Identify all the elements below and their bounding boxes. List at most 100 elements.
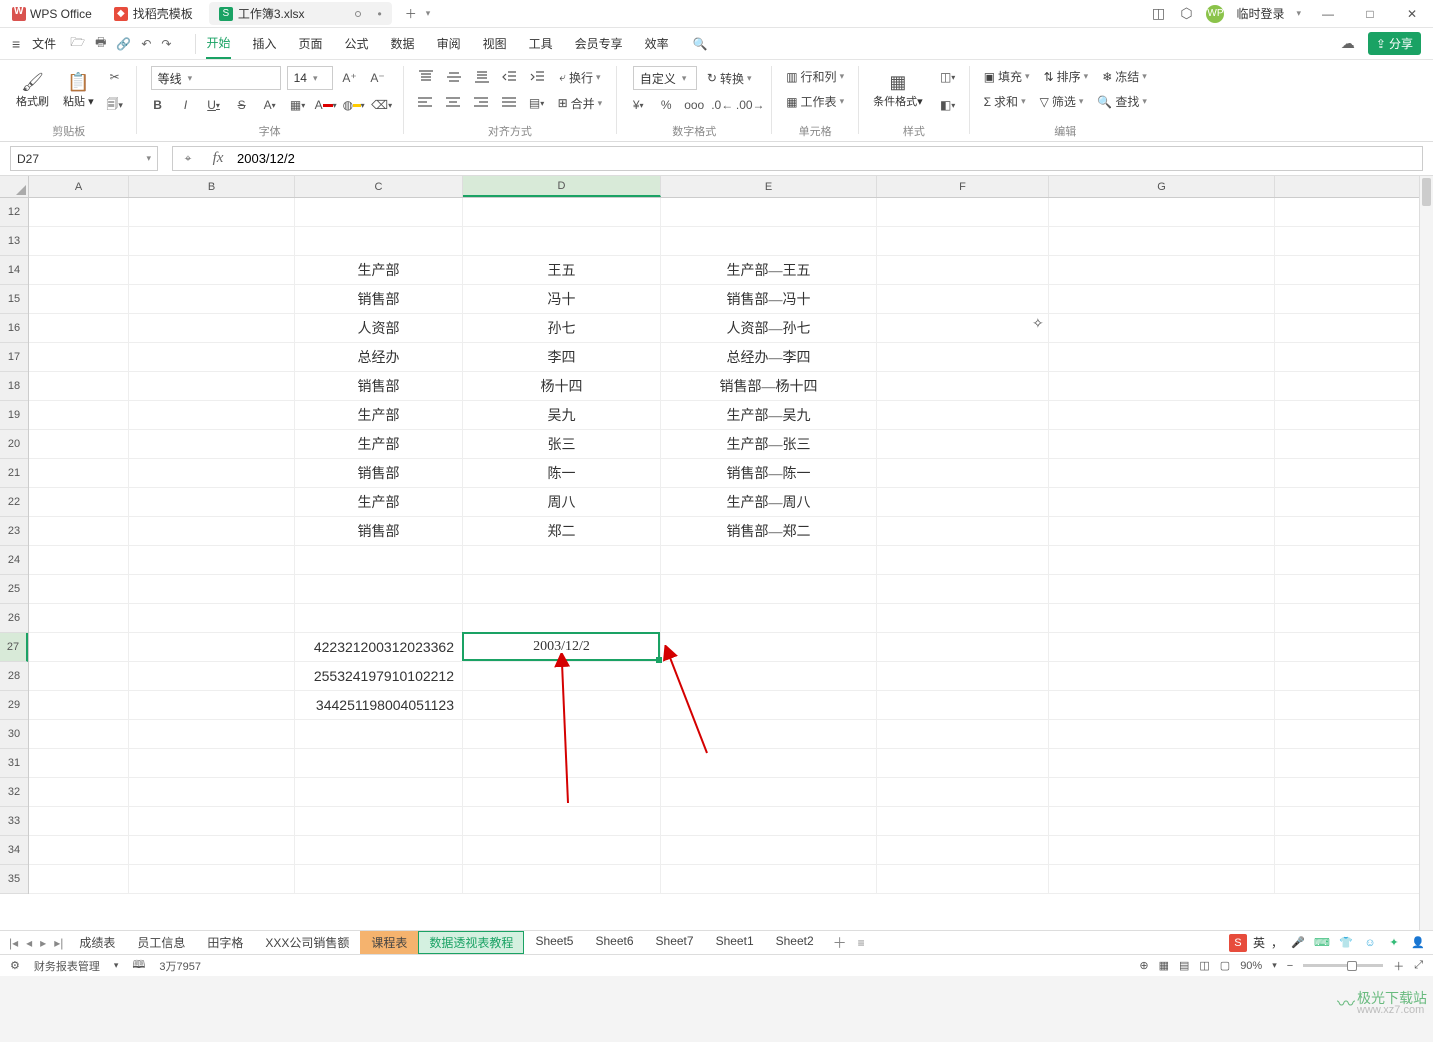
sort-button[interactable]: ⇅ 排序▾	[1040, 66, 1093, 87]
increase-font-icon[interactable]: A⁺	[339, 67, 361, 89]
row-header-31[interactable]: 31	[0, 749, 28, 778]
cell-F30[interactable]	[877, 720, 1049, 748]
cell-B30[interactable]	[129, 720, 295, 748]
ime-face-icon[interactable]: ☺	[1361, 934, 1379, 952]
cell-A26[interactable]	[29, 604, 129, 632]
login-label[interactable]: 临时登录	[1236, 5, 1284, 22]
cell-E15[interactable]: 销售部—冯十	[661, 285, 877, 313]
cell-D32[interactable]	[463, 778, 661, 806]
fill-color-button[interactable]: ◍▾	[343, 94, 365, 116]
cell-C25[interactable]	[295, 575, 463, 603]
cell-A34[interactable]	[29, 836, 129, 864]
font-color-button[interactable]: A▾	[315, 94, 337, 116]
file-menu[interactable]: 文件	[26, 35, 62, 52]
cell-F18[interactable]	[877, 372, 1049, 400]
cell-E14[interactable]: 生产部—王五	[661, 256, 877, 284]
cell-A27[interactable]	[29, 633, 129, 661]
cell-F19[interactable]	[877, 401, 1049, 429]
cell-D18[interactable]: 杨十四	[463, 372, 661, 400]
cell-A30[interactable]	[29, 720, 129, 748]
cell-G29[interactable]	[1049, 691, 1275, 719]
align-center-icon[interactable]	[442, 92, 464, 114]
cell-C15[interactable]: 销售部	[295, 285, 463, 313]
cell-E25[interactable]	[661, 575, 877, 603]
cell-C31[interactable]	[295, 749, 463, 777]
cell-C22[interactable]: 生产部	[295, 488, 463, 516]
cell-G15[interactable]	[1049, 285, 1275, 313]
tab-menu-icon[interactable]: •	[378, 7, 382, 21]
row-header-27[interactable]: 27	[0, 633, 28, 662]
cell-C16[interactable]: 人资部	[295, 314, 463, 342]
share-button[interactable]: ⇪分享	[1368, 32, 1421, 55]
decrease-font-icon[interactable]: A⁻	[367, 67, 389, 89]
format-painter-button[interactable]: 🖌格式刷	[12, 71, 53, 111]
view-normal-icon[interactable]: ▦	[1159, 959, 1169, 972]
align-right-icon[interactable]	[470, 92, 492, 114]
row-headers[interactable]: 1213141516171819202122232425262728293031…	[0, 198, 29, 894]
cell-A17[interactable]	[29, 343, 129, 371]
cell-G23[interactable]	[1049, 517, 1275, 545]
cell-E21[interactable]: 销售部—陈一	[661, 459, 877, 487]
align-top-icon[interactable]	[415, 66, 437, 88]
formula-input[interactable]	[233, 151, 1422, 166]
cell-C24[interactable]	[295, 546, 463, 574]
cell-D21[interactable]: 陈一	[463, 459, 661, 487]
cell-B12[interactable]	[129, 198, 295, 226]
cell-F17[interactable]	[877, 343, 1049, 371]
row-header-25[interactable]: 25	[0, 575, 28, 604]
cell-C32[interactable]	[295, 778, 463, 806]
cell-F13[interactable]	[877, 227, 1049, 255]
cell-C33[interactable]	[295, 807, 463, 835]
cell-G25[interactable]	[1049, 575, 1275, 603]
sheet-tab[interactable]: Sheet1	[705, 931, 765, 954]
cell-F31[interactable]	[877, 749, 1049, 777]
cell-F25[interactable]	[877, 575, 1049, 603]
row-header-15[interactable]: 15	[0, 285, 28, 314]
row-header-33[interactable]: 33	[0, 807, 28, 836]
cell-A15[interactable]	[29, 285, 129, 313]
row-header-35[interactable]: 35	[0, 865, 28, 894]
sheet-tab[interactable]: 数据透视表教程	[418, 931, 524, 954]
orientation-icon[interactable]: ▤▾	[526, 92, 548, 114]
row-header-26[interactable]: 26	[0, 604, 28, 633]
bold-button[interactable]: B	[147, 94, 169, 116]
cell-F33[interactable]	[877, 807, 1049, 835]
copy-icon[interactable]: 🗐▾	[104, 94, 126, 116]
fill-button[interactable]: ▣ 填充▾	[980, 66, 1034, 87]
row-header-14[interactable]: 14	[0, 256, 28, 285]
convert-button[interactable]: ↻ 转换▾	[703, 68, 756, 89]
tab-view[interactable]: 视图	[483, 29, 507, 58]
cond-format-button[interactable]: ▦条件格式▾	[869, 71, 927, 111]
cell-D14[interactable]: 王五	[463, 256, 661, 284]
cell-F35[interactable]	[877, 865, 1049, 893]
cell-D17[interactable]: 李四	[463, 343, 661, 371]
cell-D33[interactable]	[463, 807, 661, 835]
cell-B20[interactable]	[129, 430, 295, 458]
minimize-button[interactable]: —	[1313, 0, 1343, 28]
new-tab-button[interactable]: ＋	[400, 3, 422, 25]
user-avatar[interactable]: WP	[1206, 5, 1224, 23]
tab-list-icon[interactable]: ▾	[426, 8, 431, 19]
cell-style-icon[interactable]: ◧▾	[937, 94, 959, 116]
cell-F20[interactable]	[877, 430, 1049, 458]
cell-E18[interactable]: 销售部—杨十四	[661, 372, 877, 400]
freeze-button[interactable]: ❄ 冻结▾	[1098, 66, 1151, 87]
col-header-B[interactable]: B	[129, 176, 295, 197]
cell-A23[interactable]	[29, 517, 129, 545]
cell-E34[interactable]	[661, 836, 877, 864]
cell-E29[interactable]	[661, 691, 877, 719]
cell-F27[interactable]	[877, 633, 1049, 661]
cell-B32[interactable]	[129, 778, 295, 806]
border-button[interactable]: ▦▾	[287, 94, 309, 116]
cell-B22[interactable]	[129, 488, 295, 516]
ime-tool-icon[interactable]: ✦	[1385, 934, 1403, 952]
cell-C35[interactable]	[295, 865, 463, 893]
cell-D23[interactable]: 郑二	[463, 517, 661, 545]
cell-E20[interactable]: 生产部—张三	[661, 430, 877, 458]
row-header-34[interactable]: 34	[0, 836, 28, 865]
cell-A16[interactable]	[29, 314, 129, 342]
tab-page[interactable]: 页面	[299, 29, 323, 58]
ribbon-search-icon[interactable]: 🔍	[693, 37, 708, 51]
cell-G27[interactable]	[1049, 633, 1275, 661]
cell-G13[interactable]	[1049, 227, 1275, 255]
